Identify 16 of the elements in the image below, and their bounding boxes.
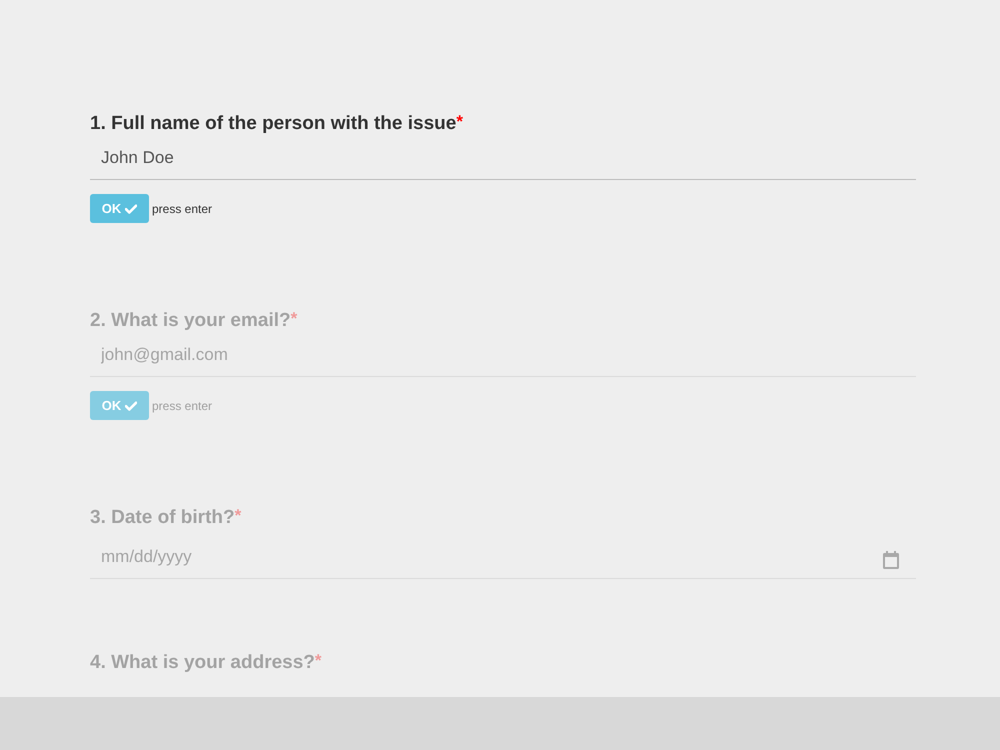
press-enter-hint: press enter	[152, 398, 212, 414]
question-label: 1. Full name of the person with the issue	[90, 112, 456, 136]
ok-button[interactable]: OK	[90, 391, 149, 420]
question-label: 4. What is your address?	[90, 651, 315, 675]
question-label: 3. Date of birth?	[90, 506, 235, 530]
checkmark-icon	[125, 204, 138, 214]
required-asterisk: *	[456, 112, 463, 132]
input-field[interactable]: John Doe	[90, 136, 916, 180]
checkmark-icon	[125, 400, 138, 410]
calendar-icon[interactable]	[883, 551, 899, 569]
required-asterisk: *	[234, 506, 242, 526]
required-asterisk: *	[314, 651, 322, 671]
required-asterisk: *	[290, 309, 298, 329]
press-enter-hint: press enter	[152, 200, 212, 218]
question-label: 2. What is your email?	[90, 309, 291, 333]
ok-button[interactable]: OK	[90, 194, 149, 223]
